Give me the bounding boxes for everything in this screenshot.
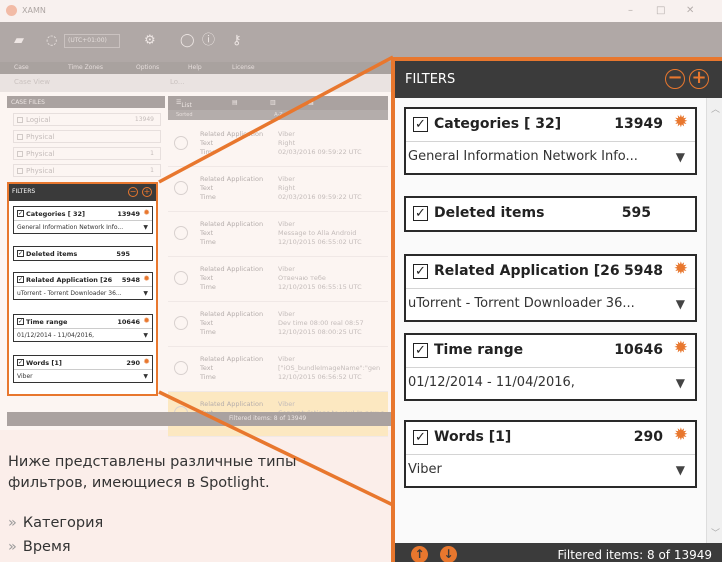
- filters-panel: FILTERS − + ✓ Categories [ 32] 13949 ✹ G…: [391, 57, 722, 562]
- filter-label: Deleted items: [434, 205, 545, 221]
- gear-icon[interactable]: ✹: [674, 261, 688, 278]
- scroll-down-icon[interactable]: ﹀: [711, 526, 720, 539]
- filter-count: 10646: [614, 342, 663, 358]
- filter-time-range: ✓ Time range 10646 ✹ 01/12/2014 - 11/04/…: [404, 333, 697, 401]
- filter-selection: 01/12/2014 - 11/04/2016,: [408, 375, 575, 390]
- filter-count: 595: [621, 205, 651, 221]
- related-application-select[interactable]: uTorrent - Torrent Downloader 36... ▼: [406, 288, 695, 320]
- filter-count: 290: [633, 429, 663, 445]
- dropdown-arrow-icon: ▼: [675, 150, 685, 164]
- filter-selection: Viber: [408, 462, 442, 477]
- words-checkbox[interactable]: ✓: [413, 430, 428, 445]
- arrow-up-icon[interactable]: ↑: [411, 546, 428, 562]
- gear-icon[interactable]: ✹: [674, 114, 688, 131]
- filters-list: ✓ Categories [ 32] 13949 ✹ General Infor…: [395, 98, 706, 543]
- deleted-items-checkbox[interactable]: ✓: [413, 206, 428, 221]
- expand-all-icon[interactable]: +: [689, 69, 709, 89]
- scroll-up-icon[interactable]: ︿: [711, 102, 720, 115]
- filter-label: Categories [ 32]: [434, 116, 562, 132]
- time-range-select[interactable]: 01/12/2014 - 11/04/2016, ▼: [406, 367, 695, 399]
- dropdown-arrow-icon: ▼: [675, 297, 685, 311]
- filter-label: Time range: [434, 342, 524, 358]
- filter-count: 5948: [624, 263, 663, 279]
- bullet-marker-icon: »: [8, 539, 17, 555]
- related-application-checkbox[interactable]: ✓: [413, 264, 428, 279]
- bullet-item: » Время: [8, 539, 71, 555]
- gear-icon[interactable]: ✹: [674, 427, 688, 444]
- categories-select[interactable]: General Information Network Info... ▼: [406, 141, 695, 173]
- arrow-down-icon[interactable]: ↓: [440, 546, 457, 562]
- caption-text: Ниже представлены различные типы фильтро…: [8, 454, 297, 491]
- filter-related-application: ✓ Related Application [26 5948 ✹ uTorren…: [404, 254, 697, 322]
- filter-deleted-items: ✓ Deleted items 595: [404, 196, 697, 232]
- filter-selection: General Information Network Info...: [408, 149, 638, 164]
- bullet-marker-icon: »: [8, 515, 17, 531]
- collapse-all-icon[interactable]: −: [665, 69, 685, 89]
- filters-title: FILTERS: [405, 72, 456, 87]
- filter-categories: ✓ Categories [ 32] 13949 ✹ General Infor…: [404, 107, 697, 175]
- gear-icon[interactable]: ✹: [674, 340, 688, 357]
- filtered-items-count: Filtered items: 8 of 13949: [557, 548, 713, 562]
- filter-selection: uTorrent - Torrent Downloader 36...: [408, 296, 635, 311]
- dropdown-arrow-icon: ▼: [675, 376, 685, 390]
- categories-checkbox[interactable]: ✓: [413, 117, 428, 132]
- filters-scrollbar[interactable]: ︿ ﹀: [706, 98, 722, 543]
- time-range-checkbox[interactable]: ✓: [413, 343, 428, 358]
- connector-line-top: [158, 55, 394, 184]
- filters-footer: ↑ ↓ Filtered items: 8 of 13949: [395, 543, 722, 562]
- bullet-item: » Категория: [8, 515, 104, 531]
- words-select[interactable]: Viber ▼: [406, 454, 695, 486]
- filter-count: 13949: [614, 116, 663, 132]
- dropdown-arrow-icon: ▼: [675, 463, 685, 477]
- filters-header: FILTERS − +: [395, 61, 722, 98]
- filter-words: ✓ Words [1] 290 ✹ Viber ▼: [404, 420, 697, 488]
- filter-label: Words [1]: [434, 429, 512, 445]
- filter-label: Related Application [26: [434, 263, 620, 279]
